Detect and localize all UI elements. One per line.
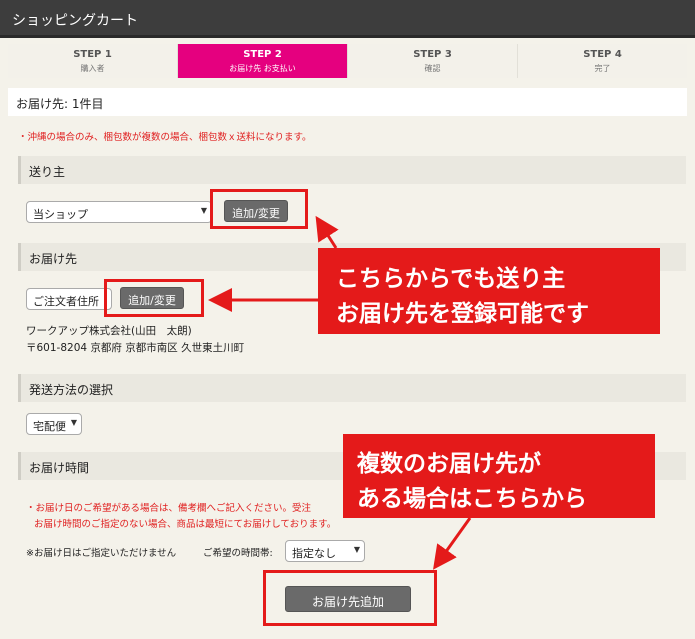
arrow-to-add-destination — [433, 517, 472, 570]
annotation-arrows — [208, 215, 472, 570]
arrow-to-sender-button — [315, 215, 339, 249]
